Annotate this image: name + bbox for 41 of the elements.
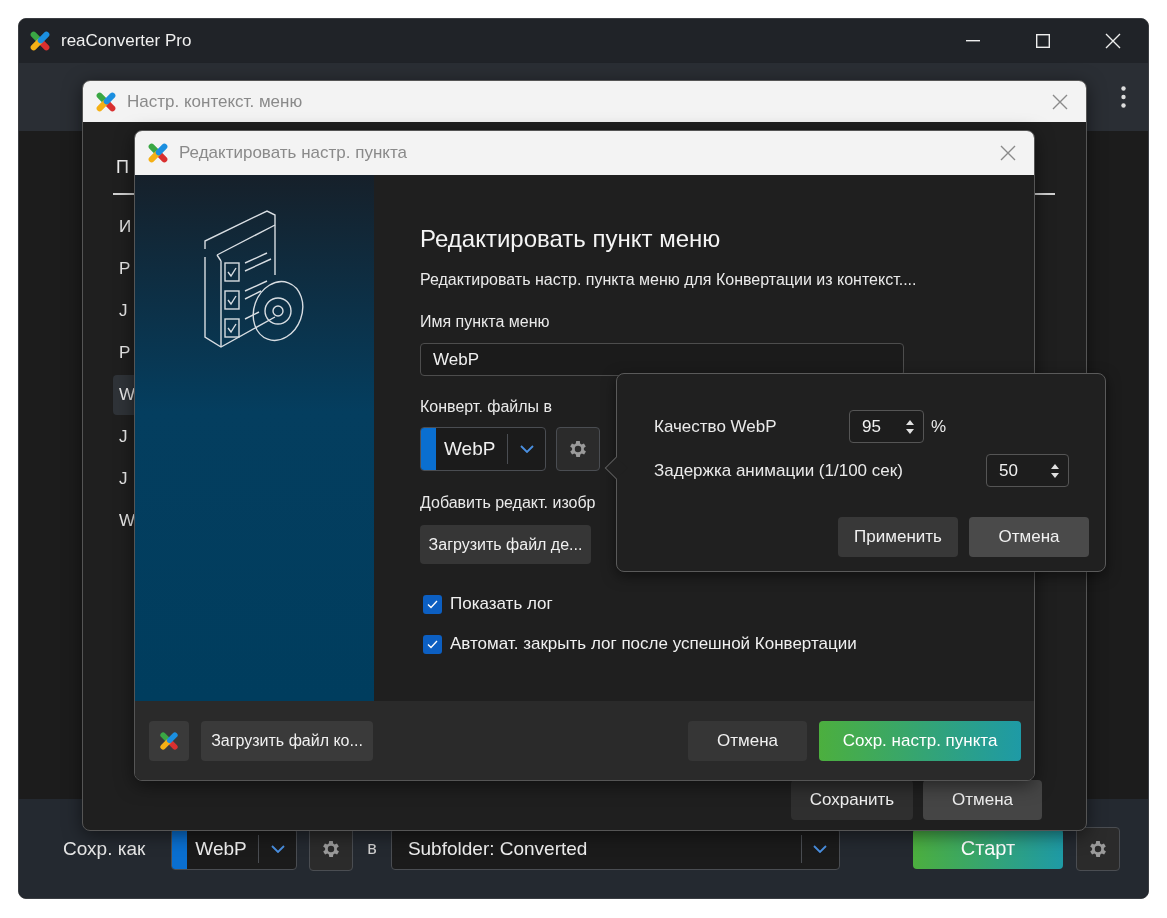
maximize-icon	[1036, 34, 1050, 48]
number-spinbox[interactable]: 50	[986, 454, 1069, 487]
check-icon	[427, 639, 438, 649]
format-dropdown[interactable]: WebP	[420, 427, 546, 471]
format-settings-button[interactable]	[556, 427, 600, 471]
more-menu-icon[interactable]	[1121, 86, 1126, 108]
setting-label: Задержка анимации (1/100 сек)	[654, 460, 904, 481]
unit-label: %	[931, 416, 947, 437]
setting-label: Качество WebP	[654, 416, 778, 437]
window-title: reaConverter Pro	[61, 31, 192, 51]
checkbox-option[interactable]: Показать лог	[423, 594, 553, 614]
dialog-heading: Редактировать пункт меню	[420, 225, 721, 253]
checkbox[interactable]	[423, 594, 442, 614]
cancel-button[interactable]: Отмена	[969, 517, 1089, 557]
check-icon	[427, 599, 438, 609]
chevron-down-icon	[813, 844, 828, 853]
convert-label: Конверт. файлы в	[420, 398, 553, 416]
load-edit-button[interactable]: Загрузить файл де...	[420, 525, 591, 564]
save-button[interactable]: Сохранить	[791, 780, 913, 820]
chevron-down-icon	[519, 445, 534, 453]
cancel-button[interactable]: Отмена	[923, 780, 1042, 820]
checkbox-option[interactable]: Автомат. закрыть лог после успешной Конвертации	[423, 634, 857, 654]
checkbox[interactable]	[423, 634, 442, 654]
settings-button[interactable]	[1076, 826, 1120, 871]
description-text: Редактировать настр. пункта меню для Конвертации из контекст....	[420, 271, 917, 289]
dialog-title: Настр. контекст. меню	[127, 91, 303, 112]
minimize-icon	[966, 40, 980, 42]
name-label: Имя пункта меню	[420, 313, 550, 331]
save-as-label: Сохр. как	[63, 837, 146, 860]
dialog-title: Редактировать настр. пункта	[179, 143, 407, 163]
name-input[interactable]: WebP	[420, 343, 904, 376]
chevron-down-icon	[270, 844, 285, 853]
settings-icon	[567, 438, 589, 460]
logo-button[interactable]	[149, 720, 189, 761]
in-label: в	[367, 838, 377, 859]
add-edit-label: Добавить редакт. изобр	[420, 494, 596, 512]
apply-button[interactable]: Применить	[838, 517, 958, 557]
cancel-button[interactable]: Отмена	[688, 720, 807, 761]
tab[interactable]: П	[113, 157, 129, 178]
number-spinbox[interactable]: 95	[849, 410, 924, 443]
load-config-button[interactable]: Загрузить файл ко...	[201, 720, 373, 761]
